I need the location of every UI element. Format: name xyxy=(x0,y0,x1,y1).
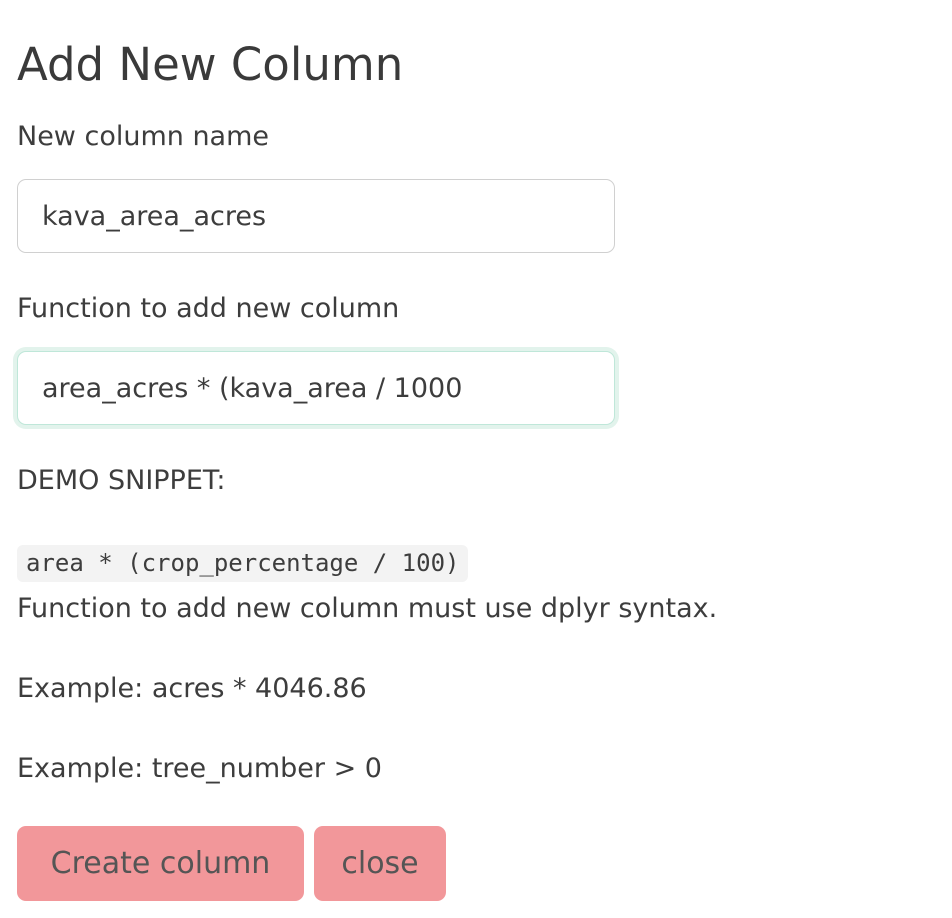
close-button[interactable]: close xyxy=(314,826,446,901)
demo-snippet-code: area * (crop_percentage / 100) xyxy=(17,545,469,582)
column-name-label: New column name xyxy=(17,121,270,152)
example-text-1: Example: acres * 4046.86 xyxy=(17,673,367,704)
function-input[interactable] xyxy=(17,351,615,425)
create-column-button[interactable]: Create column xyxy=(17,826,304,901)
dialog-title: Add New Column xyxy=(17,38,404,91)
example-text-2: Example: tree_number > 0 xyxy=(17,753,382,784)
dplyr-syntax-note: Function to add new column must use dply… xyxy=(17,593,718,624)
column-name-input[interactable] xyxy=(17,179,615,253)
function-label: Function to add new column xyxy=(17,293,400,324)
demo-snippet-heading: DEMO SNIPPET: xyxy=(17,465,226,496)
